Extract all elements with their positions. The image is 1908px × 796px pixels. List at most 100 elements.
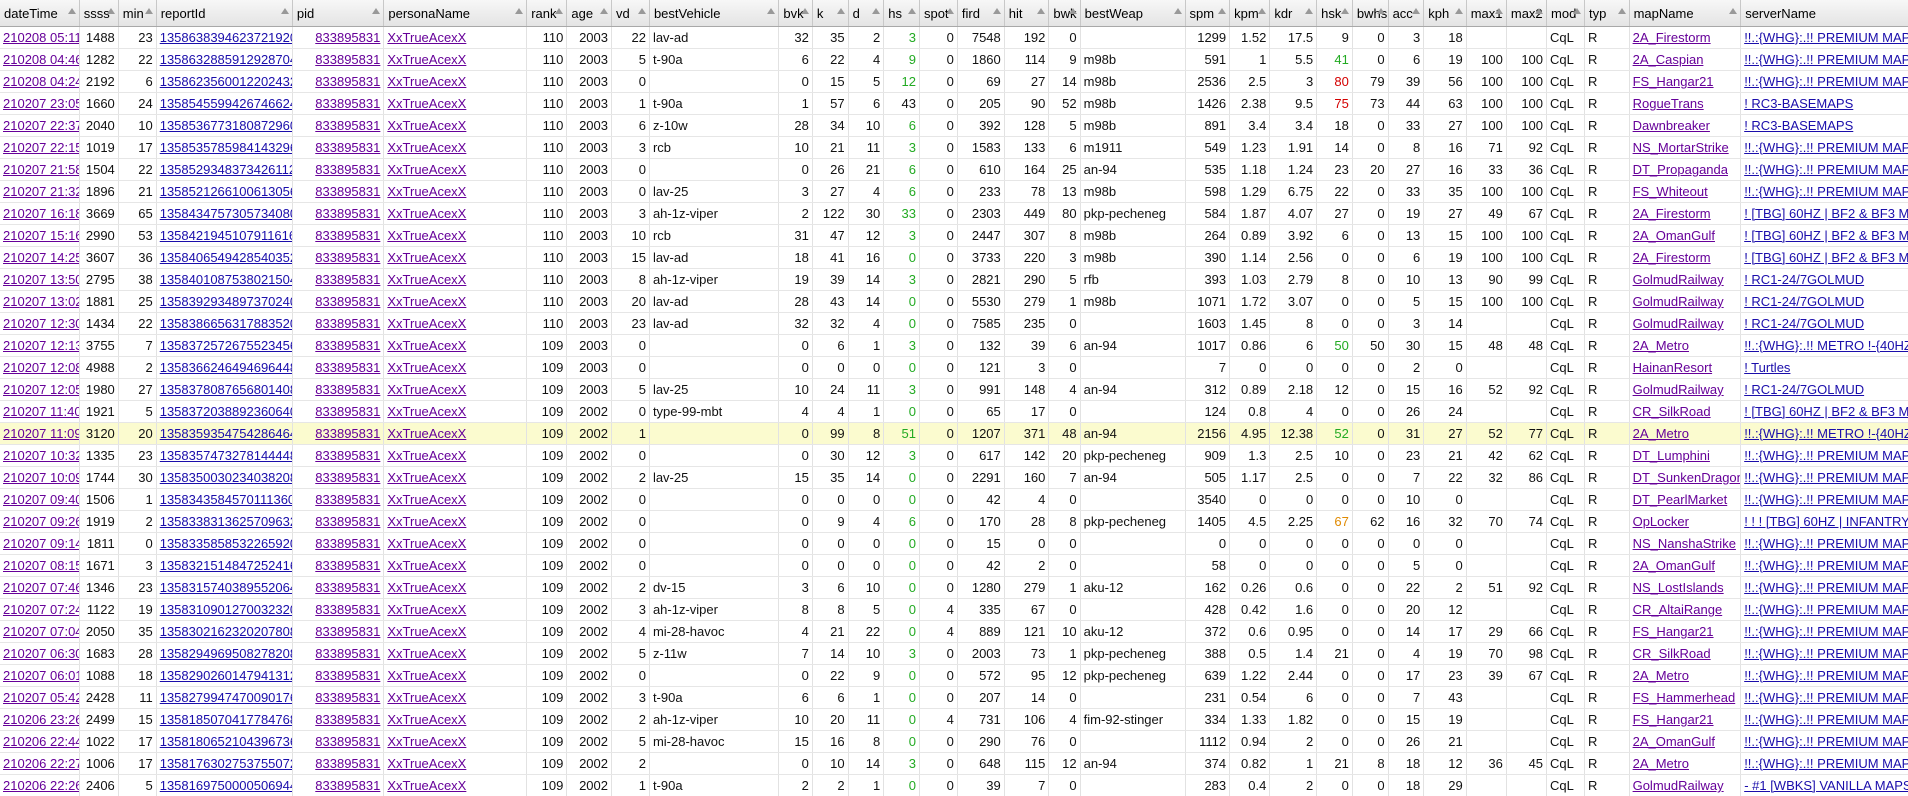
mapname-link[interactable]: FS_Whiteout — [1633, 184, 1708, 199]
mapname-link[interactable]: 2A_OmanGulf — [1633, 734, 1715, 749]
column-header-max2[interactable]: max2 — [1506, 0, 1548, 27]
reportid-link[interactable]: 1358180652104396736 — [160, 734, 292, 749]
pid-link[interactable]: 833895831 — [315, 206, 380, 221]
personaname-link[interactable]: XxTrueAcexX — [387, 382, 466, 397]
reportid-link[interactable]: 1358338313625709632 — [160, 514, 292, 529]
reportid-link[interactable]: 1358290260147941312 — [160, 668, 292, 683]
datetime-link[interactable]: 210207 10:32 — [3, 448, 78, 463]
mapname-link[interactable]: 2A_Firestorm — [1633, 250, 1711, 265]
reportid-link[interactable]: 1358185070417784768 — [160, 712, 292, 727]
mapname-link[interactable]: FS_Hammerhead — [1633, 690, 1736, 705]
mapname-link[interactable]: 2A_Metro — [1633, 756, 1689, 771]
datetime-link[interactable]: 210206 23:26 — [3, 712, 78, 727]
servername-link[interactable]: !!.:{WHG}:.!! PREMIUM MAPS — [1744, 184, 1908, 199]
column-header-kpm[interactable]: kpm — [1229, 0, 1271, 27]
mapname-link[interactable]: DT_SunkenDragon — [1633, 470, 1740, 485]
servername-link[interactable]: !!.:{WHG}:.!! PREMIUM MAPS — [1744, 536, 1908, 551]
servername-link[interactable]: ! [TBG] 60HZ | BF2 & BF3 MAPS — [1744, 250, 1908, 265]
servername-link[interactable]: !!.:{WHG}:.!! PREMIUM MAPS — [1744, 712, 1908, 727]
column-header-bwk[interactable]: bwk — [1048, 0, 1081, 27]
datetime-link[interactable]: 210206 22:27 — [3, 756, 78, 771]
pid-link[interactable]: 833895831 — [315, 426, 380, 441]
mapname-link[interactable]: FS_Hangar21 — [1633, 712, 1714, 727]
pid-link[interactable]: 833895831 — [315, 316, 380, 331]
datetime-link[interactable]: 210207 09:40 — [3, 492, 78, 507]
mapname-link[interactable]: HainanResort — [1633, 360, 1713, 375]
personaname-link[interactable]: XxTrueAcexX — [387, 184, 466, 199]
reportid-link[interactable]: 1358434757305734080 — [160, 206, 292, 221]
pid-link[interactable]: 833895831 — [315, 96, 380, 111]
datetime-link[interactable]: 210207 06:01 — [3, 668, 78, 683]
pid-link[interactable]: 833895831 — [315, 668, 380, 683]
servername-link[interactable]: ! [TBG] 60HZ | BF2 & BF3 MAPS — [1744, 206, 1908, 221]
pid-link[interactable]: 833895831 — [315, 624, 380, 639]
mapname-link[interactable]: CR_SilkRoad — [1633, 646, 1711, 661]
pid-link[interactable]: 833895831 — [315, 536, 380, 551]
column-header-bwhs[interactable]: bwhs — [1352, 0, 1389, 27]
column-header-personaname[interactable]: personaName — [383, 0, 528, 27]
servername-link[interactable]: ! RC1-24/7GOLMUD — [1744, 316, 1864, 331]
datetime-link[interactable]: 210207 07:24 — [3, 602, 78, 617]
reportid-link[interactable]: 1358535785984143296 — [160, 140, 292, 155]
mapname-link[interactable]: NS_LostIslands — [1633, 580, 1724, 595]
mapname-link[interactable]: FS_Hangar21 — [1633, 74, 1714, 89]
column-header-max1[interactable]: max1 — [1466, 0, 1507, 27]
personaname-link[interactable]: XxTrueAcexX — [387, 96, 466, 111]
reportid-link[interactable]: 1358421945107911616 — [160, 228, 292, 243]
personaname-link[interactable]: XxTrueAcexX — [387, 74, 466, 89]
column-header-hs[interactable]: hs — [883, 0, 920, 27]
personaname-link[interactable]: XxTrueAcexX — [387, 690, 466, 705]
pid-link[interactable]: 833895831 — [315, 272, 380, 287]
personaname-link[interactable]: XxTrueAcexX — [387, 404, 466, 419]
mapname-link[interactable]: 2A_Firestorm — [1633, 206, 1711, 221]
pid-link[interactable]: 833895831 — [315, 52, 380, 67]
column-header-datetime[interactable]: dateTime — [0, 0, 80, 27]
personaname-link[interactable]: XxTrueAcexX — [387, 272, 466, 287]
mapname-link[interactable]: NS_MortarStrike — [1633, 140, 1729, 155]
datetime-link[interactable]: 210208 04:46 — [3, 52, 78, 67]
mapname-link[interactable]: 2A_Metro — [1633, 338, 1689, 353]
datetime-link[interactable]: 210207 21:32 — [3, 184, 78, 199]
datetime-link[interactable]: 210207 12:13 — [3, 338, 78, 353]
mapname-link[interactable]: 2A_Firestorm — [1633, 30, 1711, 45]
personaname-link[interactable]: XxTrueAcexX — [387, 338, 466, 353]
mapname-link[interactable]: DT_Lumphini — [1633, 448, 1710, 463]
servername-link[interactable]: !!.:{WHG}:.!! PREMIUM MAPS — [1744, 668, 1908, 683]
reportid-link[interactable]: 1358378087656801408 — [160, 382, 292, 397]
column-header-typ[interactable]: typ — [1584, 0, 1630, 27]
pid-link[interactable]: 833895831 — [315, 118, 380, 133]
column-header-min[interactable]: min — [118, 0, 157, 27]
datetime-link[interactable]: 210207 21:58 — [3, 162, 78, 177]
personaname-link[interactable]: XxTrueAcexX — [387, 162, 466, 177]
pid-link[interactable]: 833895831 — [315, 734, 380, 749]
pid-link[interactable]: 833895831 — [315, 140, 380, 155]
personaname-link[interactable]: XxTrueAcexX — [387, 206, 466, 221]
reportid-link[interactable]: 1358357473278144448 — [160, 448, 292, 463]
personaname-link[interactable]: XxTrueAcexX — [387, 602, 466, 617]
mapname-link[interactable]: Dawnbreaker — [1633, 118, 1710, 133]
column-header-ssss[interactable]: ssss — [79, 0, 119, 27]
personaname-link[interactable]: XxTrueAcexX — [387, 624, 466, 639]
personaname-link[interactable]: XxTrueAcexX — [387, 646, 466, 661]
personaname-link[interactable]: XxTrueAcexX — [387, 30, 466, 45]
servername-link[interactable]: ! RC1-24/7GOLMUD — [1744, 272, 1864, 287]
datetime-link[interactable]: 210207 09:26 — [3, 514, 78, 529]
reportid-link[interactable]: 1358521266100613056 — [160, 184, 292, 199]
reportid-link[interactable]: 1358623560012202432 — [160, 74, 292, 89]
personaname-link[interactable]: XxTrueAcexX — [387, 228, 466, 243]
pid-link[interactable]: 833895831 — [315, 294, 380, 309]
servername-link[interactable]: !!.:{WHG}:.!! PREMIUM MAPS — [1744, 558, 1908, 573]
datetime-link[interactable]: 210206 22:44 — [3, 734, 78, 749]
servername-link[interactable]: ! RC1-24/7GOLMUD — [1744, 382, 1864, 397]
column-header-mapname[interactable]: mapName — [1629, 0, 1742, 27]
mapname-link[interactable]: RogueTrans — [1633, 96, 1704, 111]
pid-link[interactable]: 833895831 — [315, 646, 380, 661]
servername-link[interactable]: !!.:{WHG}:.!! PREMIUM MAPS — [1744, 580, 1908, 595]
reportid-link[interactable]: 1358401087538021504 — [160, 272, 292, 287]
personaname-link[interactable]: XxTrueAcexX — [387, 712, 466, 727]
mapname-link[interactable]: DT_Propaganda — [1633, 162, 1728, 177]
pid-link[interactable]: 833895831 — [315, 250, 380, 265]
pid-link[interactable]: 833895831 — [315, 184, 380, 199]
reportid-link[interactable]: 1358392934897370240 — [160, 294, 292, 309]
datetime-link[interactable]: 210207 12:30 — [3, 316, 78, 331]
